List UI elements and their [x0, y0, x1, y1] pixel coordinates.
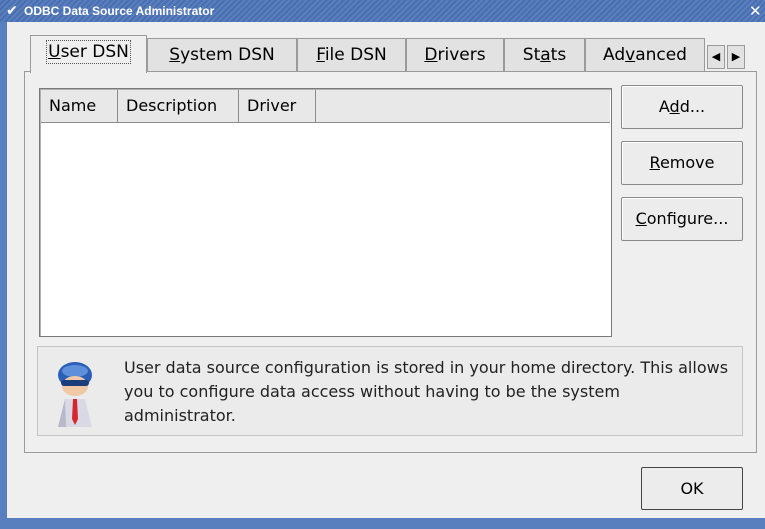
add-button[interactable]: Add...: [621, 85, 743, 129]
tab-file-dsn[interactable]: File DSN: [297, 38, 406, 71]
window-title: ODBC Data Source Administrator: [24, 4, 215, 18]
tab-scroll-left-button[interactable]: ◀: [707, 45, 725, 69]
info-text: User data source configuration is stored…: [124, 358, 729, 425]
tab-scroll-right-button[interactable]: ▶: [727, 45, 745, 69]
tab-drivers-label: Drivers: [424, 45, 486, 65]
column-header-name[interactable]: Name: [41, 90, 118, 122]
column-header-description[interactable]: Description: [118, 90, 239, 122]
tab-system-dsn[interactable]: System DSN: [147, 38, 297, 71]
tab-stats[interactable]: Stats: [504, 38, 585, 71]
tab-file-dsn-label: File DSN: [316, 45, 387, 65]
tab-drivers[interactable]: Drivers: [406, 38, 504, 71]
configure-button[interactable]: Configure...: [621, 197, 743, 241]
info-box: User data source configuration is stored…: [37, 346, 743, 436]
close-icon[interactable]: ✕: [749, 2, 765, 20]
window-border-bottom: [0, 518, 765, 529]
tab-advanced[interactable]: Advanced: [585, 38, 705, 71]
dsn-list[interactable]: Name Description Driver: [39, 88, 612, 337]
column-header-driver[interactable]: Driver: [239, 90, 316, 122]
arrow-left-icon: ◀: [711, 50, 721, 63]
tab-user-dsn-label: User DSN: [46, 40, 131, 64]
window-menu-icon[interactable]: ✔: [4, 3, 20, 19]
dsn-list-header: Name Description Driver: [41, 90, 610, 123]
odbc-admin-window: ✔ ODBC Data Source Administrator ✕ User …: [0, 0, 765, 529]
tab-stats-label: Stats: [522, 45, 567, 65]
arrow-right-icon: ▶: [731, 50, 741, 63]
remove-button[interactable]: Remove: [621, 141, 743, 185]
title-bar[interactable]: ✔ ODBC Data Source Administrator ✕: [0, 0, 765, 23]
ok-button[interactable]: OK: [641, 467, 743, 510]
tab-advanced-label: Advanced: [603, 45, 687, 65]
window-border-left: [0, 22, 7, 529]
tab-system-dsn-label: System DSN: [169, 45, 275, 65]
tab-user-dsn[interactable]: User DSN: [30, 35, 147, 73]
column-header-extra[interactable]: [316, 90, 610, 122]
user-icon: [58, 362, 92, 427]
